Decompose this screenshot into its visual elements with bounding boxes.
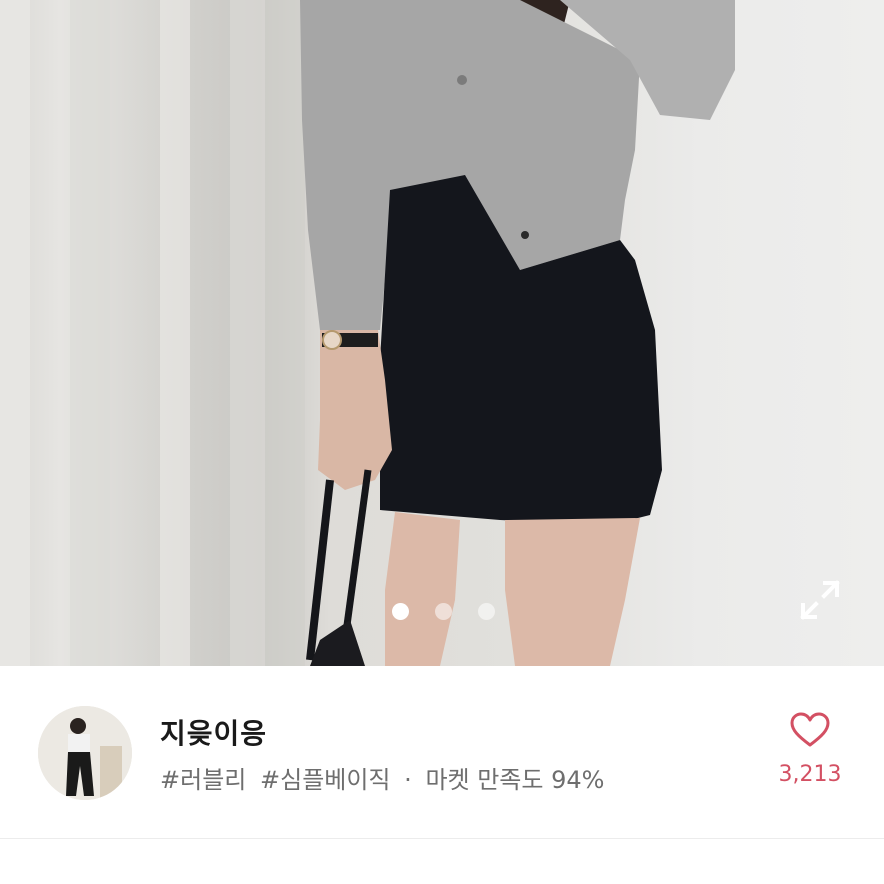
carousel-indicator [392, 603, 495, 620]
seller-avatar[interactable] [38, 706, 132, 800]
carousel-dot-2[interactable] [435, 603, 452, 620]
product-photo-illustration [0, 0, 735, 666]
carousel-dot-1[interactable] [392, 603, 409, 620]
seller-tag-2[interactable]: #심플베이직 [260, 766, 391, 794]
meta-separator: · [404, 766, 412, 794]
seller-meta: #러블리 #심플베이직 · 마켓 만족도 94% [160, 760, 610, 795]
satisfaction-label: 마켓 만족도 94% [425, 766, 605, 794]
like-count: 3,213 [778, 762, 842, 787]
product-photo[interactable] [0, 0, 884, 666]
carousel-dot-3[interactable] [478, 603, 495, 620]
like-button[interactable]: 3,213 [775, 712, 845, 787]
seller-name[interactable]: 지읒이응 [160, 712, 267, 752]
expand-icon[interactable] [799, 579, 841, 621]
bottom-spacer [0, 839, 884, 884]
seller-tag-1[interactable]: #러블리 [160, 766, 246, 794]
seller-section: 지읒이응 #러블리 #심플베이직 · 마켓 만족도 94% 3,213 [0, 666, 884, 838]
heart-outline-icon [790, 712, 830, 747]
